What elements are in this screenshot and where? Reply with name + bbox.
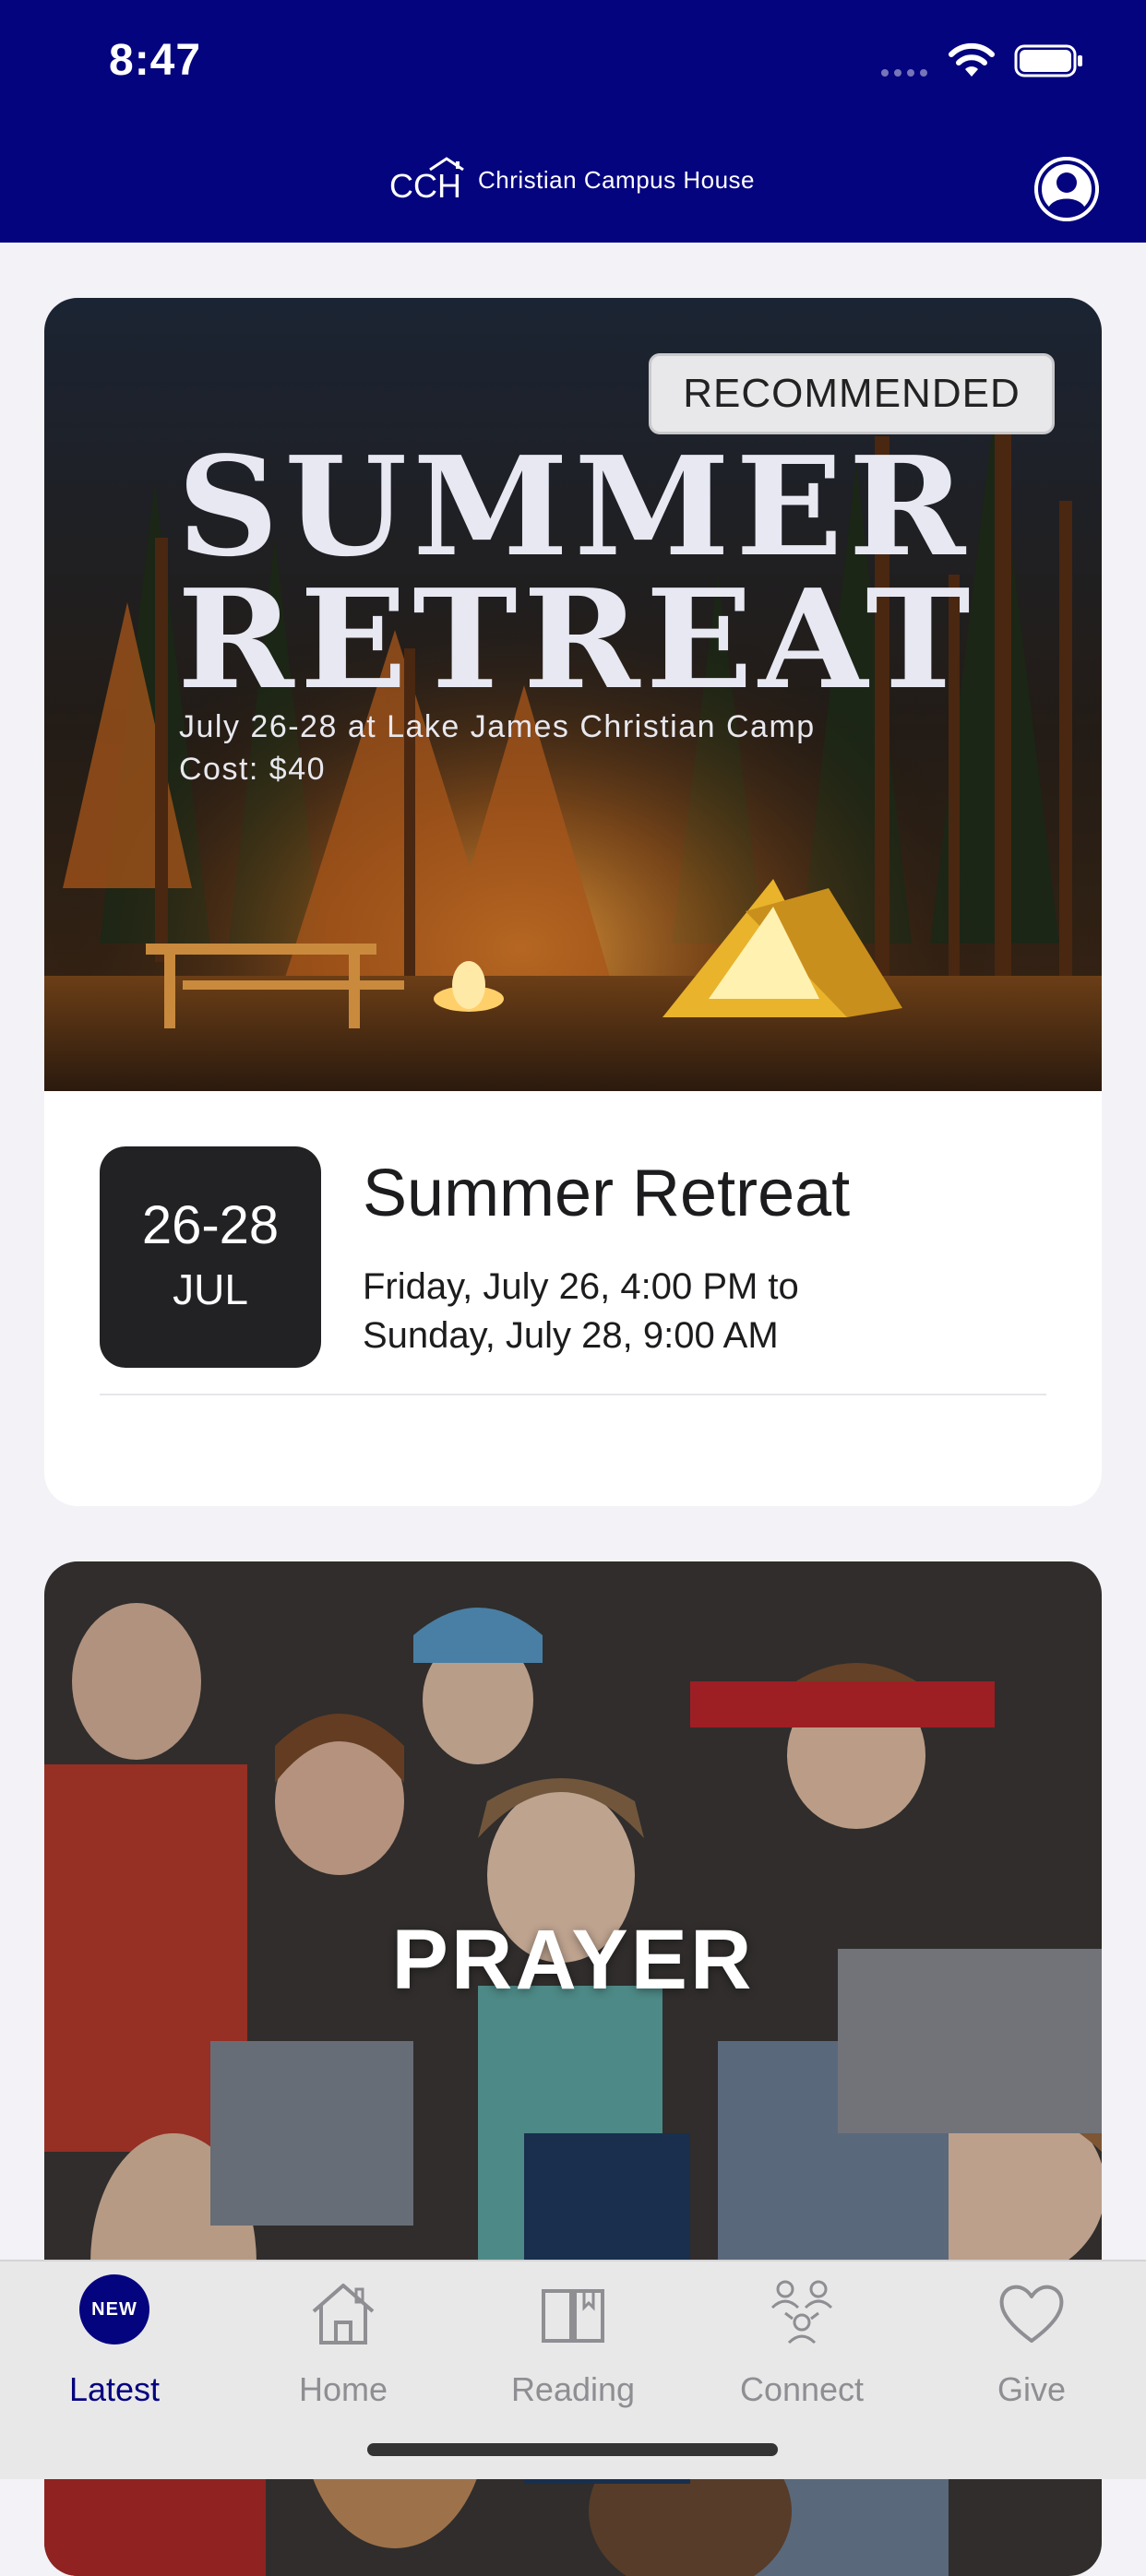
app-name: Christian Campus House <box>478 165 756 194</box>
event-date-range: 26-28 <box>141 1195 280 1255</box>
tab-home[interactable]: Home <box>229 2261 458 2428</box>
hero-title-line2: RETREAT <box>177 559 976 719</box>
tab-latest-label: Latest <box>68 2370 161 2408</box>
status-time: 8:47 <box>109 36 202 85</box>
event-date-month: JUL <box>173 1265 248 1313</box>
tab-latest[interactable]: NEW Latest <box>0 2261 229 2428</box>
new-badge-icon: NEW <box>79 2274 149 2345</box>
cellular-signal-icon <box>881 69 927 77</box>
book-icon <box>542 2289 604 2343</box>
house-icon <box>312 2284 375 2345</box>
tab-give[interactable]: Give <box>917 2261 1146 2428</box>
wifi-icon <box>949 42 995 77</box>
event-start-time: Friday, July 26, 4:00 PM to <box>363 1266 799 1307</box>
recommended-badge: RECOMMENDED <box>649 353 1055 434</box>
event-hero-image: RECOMMENDED SUMMER RETREAT July 26-28 at… <box>44 298 1102 1091</box>
tab-reading-label: Reading <box>510 2370 636 2408</box>
hero-subtitle-cost: Cost: $40 <box>179 752 327 787</box>
brand-logo: CCH Christian Campus House <box>388 157 755 203</box>
event-date-box: 26-28 JUL <box>100 1146 321 1368</box>
hero-title-line1: SUMMER <box>177 426 972 587</box>
heart-icon <box>999 2285 1064 2343</box>
people-icon <box>770 2280 833 2345</box>
hero-subtitle-location: July 26-28 at Lake James Christian Camp <box>179 709 816 744</box>
tab-reading[interactable]: Reading <box>459 2261 687 2428</box>
person-circle-icon <box>1034 157 1099 221</box>
event-end-time: Sunday, July 28, 9:00 AM <box>363 1315 779 1356</box>
tab-give-label: Give <box>997 2370 1067 2408</box>
profile-button[interactable] <box>1034 157 1099 221</box>
house-logo-icon: CCH <box>389 157 464 203</box>
tab-home-label: Home <box>298 2370 388 2408</box>
home-indicator[interactable] <box>367 2443 778 2456</box>
app-header: 8:47 CCH Christian Campus House <box>0 0 1146 243</box>
event-title: Summer Retreat <box>363 1157 851 1230</box>
battery-icon <box>1014 44 1082 77</box>
prayer-title: PRAYER <box>391 1913 755 2007</box>
card-divider <box>100 1394 1046 1395</box>
tab-connect-label: Connect <box>739 2370 865 2408</box>
tab-connect[interactable]: Connect <box>687 2261 916 2428</box>
event-card-summer-retreat[interactable]: RECOMMENDED SUMMER RETREAT July 26-28 at… <box>44 298 1102 1506</box>
logo-text: CCH <box>389 167 461 203</box>
